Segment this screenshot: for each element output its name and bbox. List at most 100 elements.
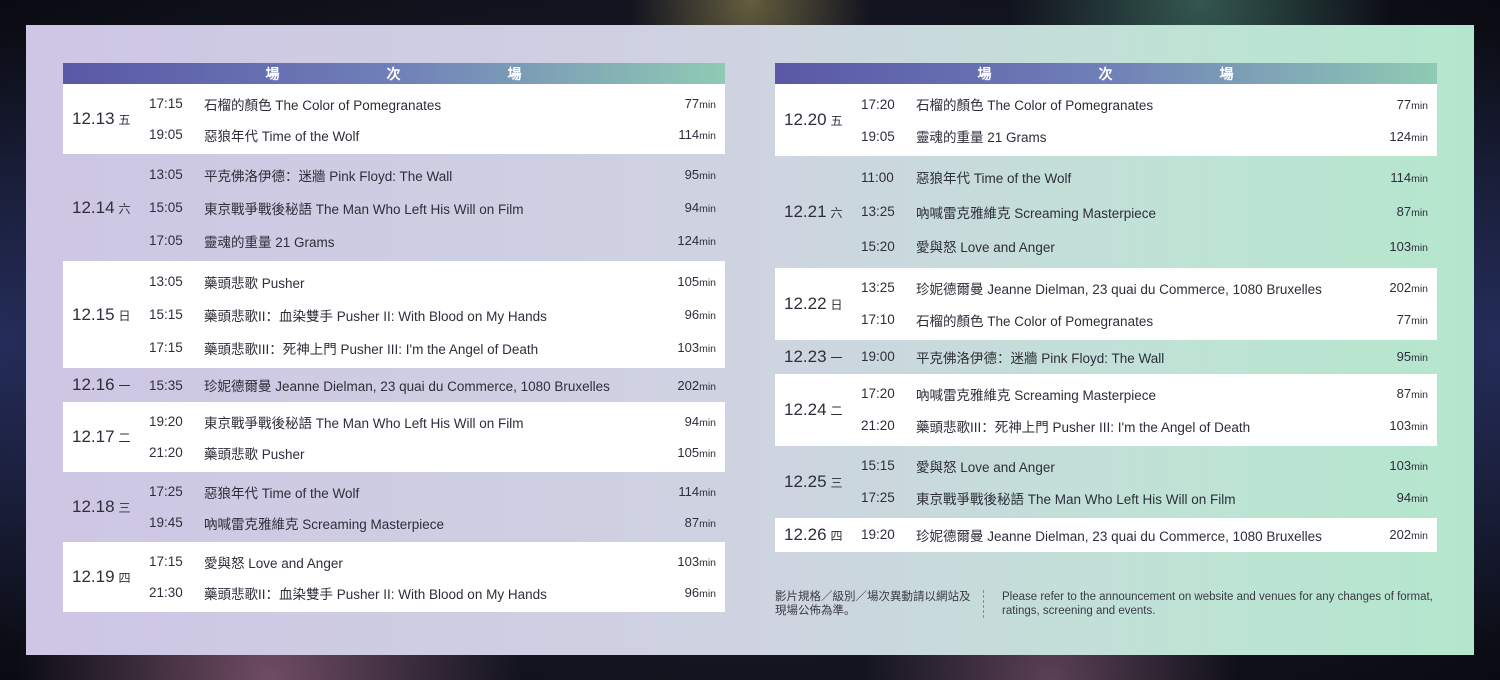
date-text: 12.19 [72, 567, 115, 586]
screening-row: 17:25 惡狼年代 Time of the Wolf 114min [149, 476, 725, 507]
date-text: 12.24 [784, 399, 827, 419]
screening-time: 21:30 [149, 585, 183, 600]
date-label: 12.14 六 [63, 198, 149, 218]
film-duration: 103min [665, 554, 725, 569]
film-title: 藥頭悲歌II：血染雙手 Pusher II: With Blood on My … [204, 586, 547, 602]
schedule-column-right: 場 次 場 12.20 五 17:20 石榴的顏色 The Color of Pome… [775, 63, 1437, 552]
film-duration: 96min [665, 585, 725, 600]
screening-rows: 11:00 惡狼年代 Time of the Wolf 114min 13:25 吶喊雷… [861, 160, 1437, 264]
date-text: 12.22 [784, 293, 827, 313]
screening-time: 19:00 [861, 349, 895, 364]
film-title: 平克佛洛伊德：迷牆 Pink Floyd: The Wall [916, 350, 1165, 366]
date-group: 12.20 五 17:20 石榴的顏色 The Color of Pomegranat… [775, 84, 1437, 156]
screening-time: 21:20 [149, 445, 183, 460]
duration-value: 202 [1389, 280, 1412, 295]
screening-row: 19:20 東京戰爭戰後秘語 The Man Who Left His Will … [149, 406, 725, 437]
film-title: 吶喊雷克雅維克 Screaming Masterpiece [204, 516, 445, 532]
duration-value: 87 [1396, 386, 1412, 401]
date-text: 12.14 [72, 197, 115, 217]
screening-time: 15:20 [861, 238, 895, 254]
screening-time: 19:05 [861, 128, 895, 144]
film-title: 藥頭悲歌III：死神上門 Pusher III: I'm the Angel o… [916, 419, 1251, 435]
date-text: 12.20 [784, 110, 827, 129]
screening-time: 17:20 [861, 96, 895, 112]
duration-unit: min [1411, 315, 1428, 327]
screening-row: 11:00 惡狼年代 Time of the Wolf 114min [861, 160, 1437, 195]
duration-unit: min [1411, 352, 1428, 364]
film-title: 平克佛洛伊德：迷牆 Pink Floyd: The Wall [204, 168, 453, 184]
duration-unit: min [1411, 461, 1428, 473]
duration-unit: min [699, 170, 716, 182]
duration-unit: min [699, 448, 716, 460]
duration-value: 103 [677, 554, 700, 569]
duration-unit: min [1411, 421, 1428, 433]
film-duration: 87min [665, 515, 725, 530]
weekday-text: 五 [118, 113, 131, 127]
date-text: 12.21 [784, 201, 827, 221]
screening-time: 17:25 [149, 484, 183, 499]
duration-value: 103 [1389, 458, 1412, 473]
duration-unit: min [1411, 493, 1428, 505]
screening-time: 15:35 [149, 377, 183, 393]
duration-unit: min [699, 130, 716, 142]
screening-time: 11:00 [861, 169, 894, 185]
duration-unit: min [699, 343, 716, 355]
screening-rows: 13:25 珍妮德爾曼 Jeanne Dielman, 23 quai du Co… [861, 272, 1437, 336]
duration-value: 94 [1396, 490, 1412, 505]
screening-row: 13:25 吶喊雷克雅維克 Screaming Masterpiece 87min [861, 195, 1437, 230]
screening-row: 15:15 愛與怒 Love and Anger 103min [861, 450, 1437, 482]
duration-value: 94 [684, 200, 700, 215]
weekday-text: 二 [118, 431, 131, 445]
screening-list: 12.13 五 17:15 石榴的顏色 The Color of Pomegranat… [63, 84, 725, 612]
duration-value: 77 [1396, 312, 1412, 327]
screening-row: 17:10 石榴的顏色 The Color of Pomegranates 77mi… [861, 304, 1437, 336]
film-title: 愛與怒 Love and Anger [204, 555, 343, 571]
screening-time: 15:15 [149, 307, 183, 322]
date-text: 12.25 [784, 471, 827, 491]
duration-value: 95 [684, 167, 700, 182]
duration-unit: min [699, 277, 716, 289]
screening-row: 15:20 愛與怒 Love and Anger 103min [861, 229, 1437, 264]
screening-time: 19:20 [149, 414, 183, 429]
screening-list: 12.20 五 17:20 石榴的顏色 The Color of Pomegranat… [775, 84, 1437, 552]
film-title: 吶喊雷克雅維克 Screaming Masterpiece [916, 205, 1157, 221]
film-duration: 114min [665, 484, 725, 499]
duration-unit: min [1411, 389, 1428, 401]
screening-rows: 15:35 珍妮德爾曼 Jeanne Dielman, 23 quai du Co… [149, 368, 725, 402]
screening-row: 21:20 藥頭悲歌III：死神上門 Pusher III: I'm the An… [861, 410, 1437, 442]
film-duration: 87min [1377, 386, 1437, 401]
date-text: 12.16 [72, 375, 115, 394]
screening-row: 19:05 惡狼年代 Time of the Wolf 114min [149, 119, 725, 150]
date-group: 12.26 四 19:20 珍妮德爾曼 Jeanne Dielman, 23 quai… [775, 517, 1437, 552]
date-group: 12.25 三 15:15 愛與怒 Love and Anger 103min 17:25… [775, 446, 1437, 518]
screening-row: 17:25 東京戰爭戰後秘語 The Man Who Left His Will … [861, 482, 1437, 514]
film-duration: 77min [1377, 97, 1437, 112]
date-text: 12.26 [784, 524, 827, 544]
date-group: 12.13 五 17:15 石榴的顏色 The Color of Pomegranat… [63, 84, 725, 154]
screening-row: 21:30 藥頭悲歌II：血染雙手 Pusher II: With Blood o… [149, 577, 725, 608]
screening-row: 13:05 平克佛洛伊德：迷牆 Pink Floyd: The Wall 95min [149, 158, 725, 191]
screening-rows: 13:05 平克佛洛伊德：迷牆 Pink Floyd: The Wall 95min… [149, 158, 725, 257]
screening-rows: 17:20 吶喊雷克雅維克 Screaming Masterpiece 87min 2… [861, 378, 1437, 442]
duration-value: 124 [677, 233, 700, 248]
duration-value: 202 [1389, 527, 1412, 542]
screening-time: 17:05 [149, 233, 183, 248]
screening-rows: 15:15 愛與怒 Love and Anger 103min 17:25 東京戰爭戰後… [861, 450, 1437, 514]
duration-unit: min [699, 487, 716, 499]
screening-time: 17:10 [861, 312, 895, 327]
screening-row: 13:05 藥頭悲歌 Pusher 105min [149, 265, 725, 298]
film-title: 珍妮德爾曼 Jeanne Dielman, 23 quai du Commerc… [916, 528, 1322, 544]
date-label: 12.13 五 [63, 109, 149, 129]
date-group: 12.18 三 17:25 惡狼年代 Time of the Wolf 114min 19… [63, 472, 725, 542]
duration-unit: min [1411, 530, 1428, 542]
weekday-text: 日 [118, 308, 131, 323]
duration-unit: min [699, 203, 716, 215]
duration-value: 87 [1396, 204, 1412, 220]
disclaimer-en: Please refer to the announcement on webs… [1002, 591, 1433, 617]
weekday-text: 四 [118, 571, 131, 585]
screening-row: 19:00 平克佛洛伊德：迷牆 Pink Floyd: The Wall 95min [861, 340, 1437, 374]
film-title: 珍妮德爾曼 Jeanne Dielman, 23 quai du Commerc… [204, 379, 610, 394]
duration-value: 95 [1396, 349, 1412, 364]
duration-unit: min [699, 310, 716, 322]
duration-unit: min [699, 99, 716, 111]
